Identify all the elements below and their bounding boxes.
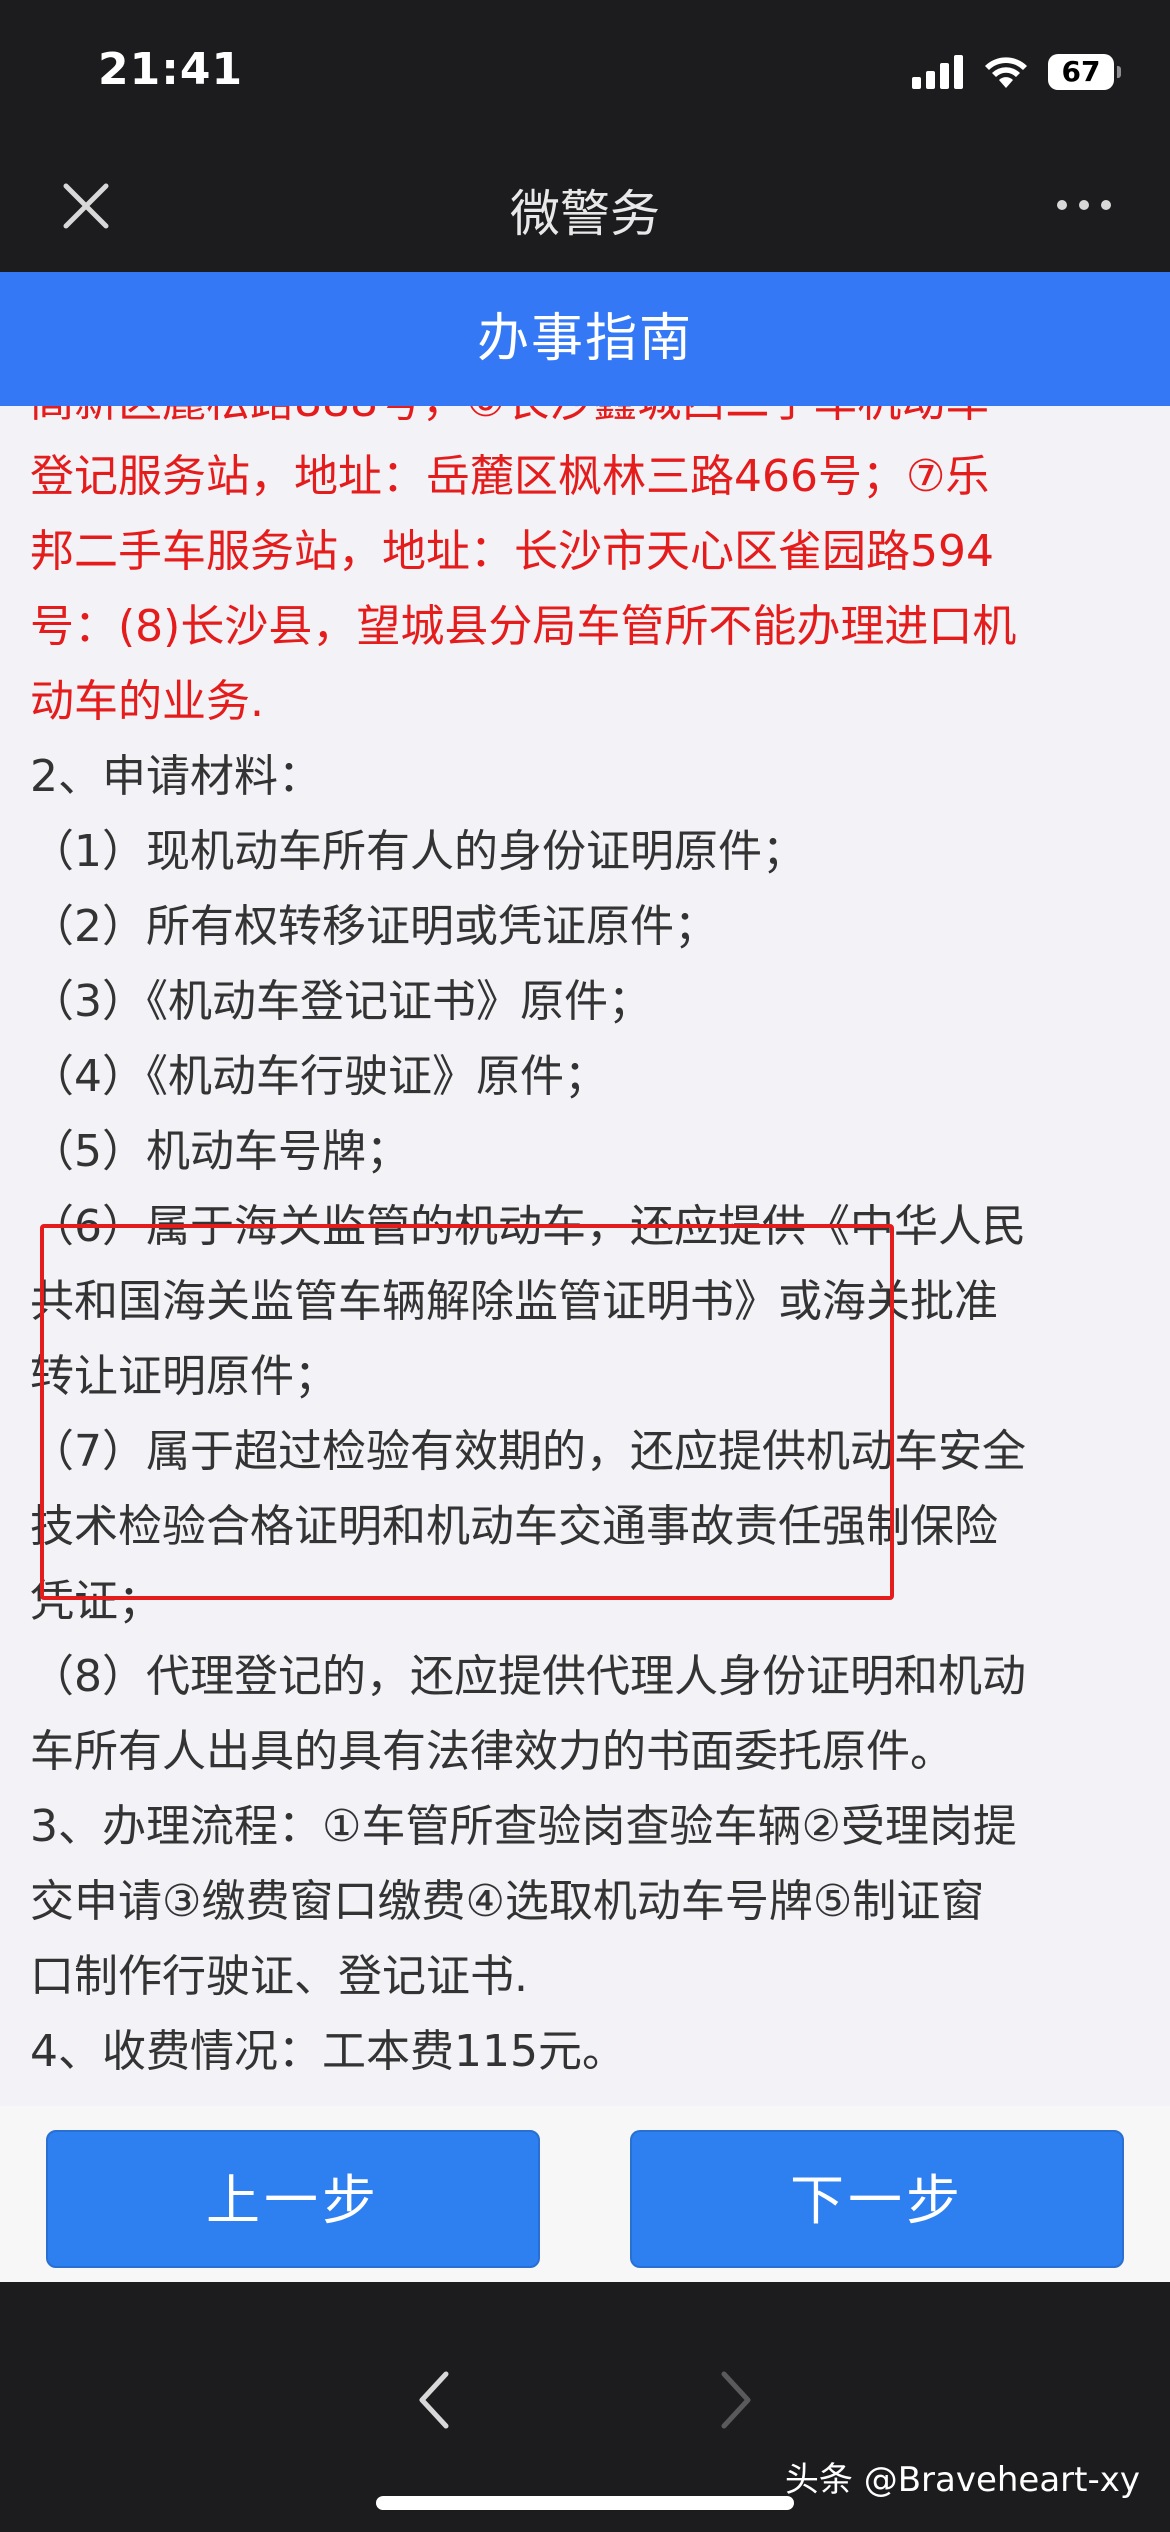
red-line: 号：(8)长沙县，望城县分局车管所不能办理进口机 bbox=[30, 601, 1017, 652]
home-indicator[interactable] bbox=[376, 2496, 794, 2510]
material-item: （4）《机动车行驶证》原件； bbox=[30, 1051, 608, 1102]
material-item: （5）机动车号牌； bbox=[30, 1126, 410, 1177]
page-header: 办事指南 bbox=[0, 272, 1170, 406]
chevron-right-icon[interactable] bbox=[710, 2360, 760, 2440]
text-line: 4、收费情况：工本费115元。 bbox=[30, 2026, 626, 2077]
status-icons: 67 bbox=[912, 52, 1121, 92]
text-line: 口制作行驶证、登记证书. bbox=[30, 1951, 528, 2002]
red-line: 邦二手车服务站，地址：长沙市天心区雀园路594 bbox=[30, 526, 994, 577]
more-icon[interactable] bbox=[1054, 180, 1114, 230]
watermark: 头条 @Braveheart-xy bbox=[784, 2460, 1140, 2500]
material-item: （2）所有权转移证明或凭证原件； bbox=[30, 901, 718, 952]
nav-title: 微警务 bbox=[510, 185, 660, 243]
prev-button[interactable]: 上一步 bbox=[46, 2130, 540, 2268]
signal-icon bbox=[912, 55, 964, 89]
text-line: 3、办理流程：①车管所查验岗查验车辆②受理岗提 bbox=[30, 1801, 1017, 1852]
text-line: 交申请③缴费窗口缴费④选取机动车号牌⑤制证窗 bbox=[30, 1876, 985, 1927]
browser-toolbar: 头条 @Braveheart-xy bbox=[0, 2282, 1170, 2532]
materials-heading: 2、申请材料： bbox=[30, 751, 322, 802]
wifi-icon bbox=[985, 57, 1027, 88]
chevron-left-icon[interactable] bbox=[410, 2360, 460, 2440]
red-line: 高新区麓松路888号，⑥长沙鑫城西二手车机动车 bbox=[30, 406, 1150, 439]
material-item: （1）现机动车所有人的身份证明原件； bbox=[30, 826, 806, 877]
nav-bar: 微警务 bbox=[0, 140, 1170, 272]
text-line: （8）代理登记的，还应提供代理人身份证明和机动 bbox=[30, 1651, 1026, 1702]
red-line: 动车的业务. bbox=[30, 676, 264, 727]
red-line: 登记服务站，地址：岳麓区枫林三路466号；⑦乐 bbox=[30, 451, 990, 502]
material-item: （3）《机动车登记证书》原件； bbox=[30, 976, 652, 1027]
text-line: 车所有人出具的具有法律效力的书面委托原件。 bbox=[30, 1726, 954, 1777]
button-bar: 上一步 下一步 bbox=[0, 2106, 1170, 2282]
next-button[interactable]: 下一步 bbox=[630, 2130, 1124, 2268]
battery-icon: 67 bbox=[1048, 54, 1121, 90]
screen: 21:41 67 微警务 办事指南 登记服务站，地址：岳麓区枫林三路466号；⑦… bbox=[0, 0, 1170, 2532]
guide-content[interactable]: 高新区麓松路888号，⑥长沙鑫城西二手车机动车 登记服务站，地址：岳麓区枫林三路… bbox=[0, 406, 1170, 2106]
status-time: 21:41 bbox=[98, 44, 244, 95]
status-bar: 21:41 67 bbox=[0, 0, 1170, 140]
highlight-box bbox=[40, 1224, 894, 1600]
